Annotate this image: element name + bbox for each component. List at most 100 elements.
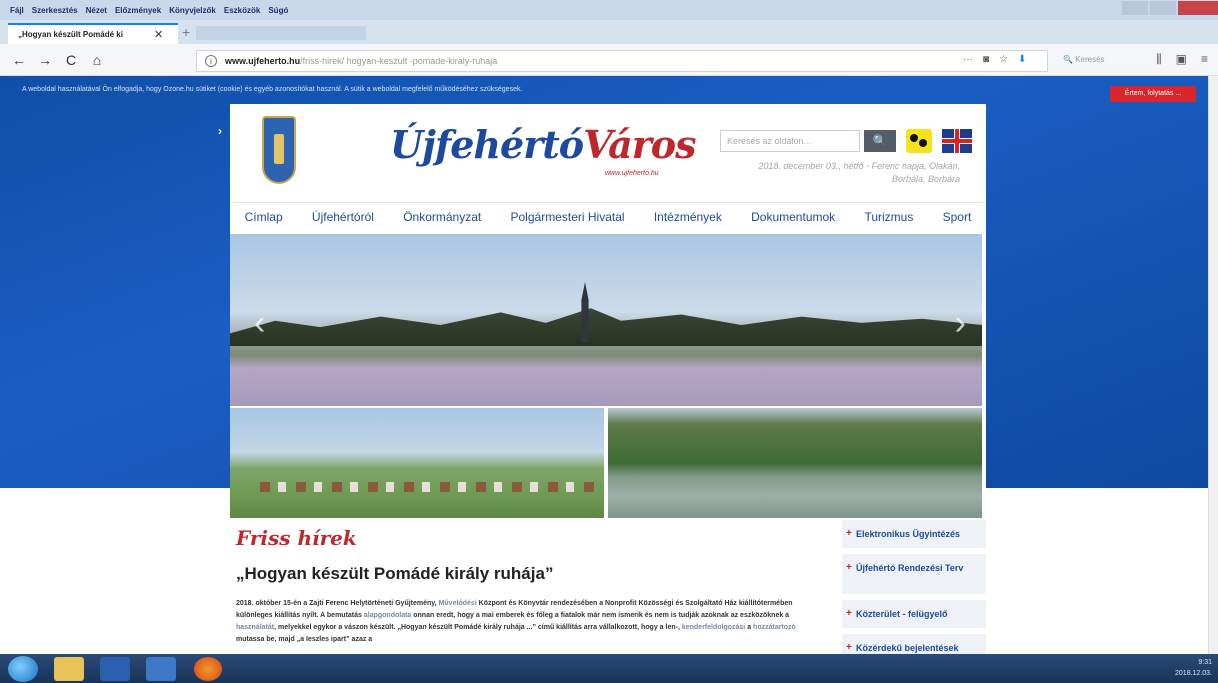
news-body: 2018. október 15-én a Zajti Ferenc Helyt…: [236, 598, 810, 646]
main-nav: Címlap Újfehértóról Önkormányzat Polgárm…: [230, 202, 986, 230]
app-icon[interactable]: [146, 657, 176, 681]
cookie-bar: A weboldal használatával Ön elfogadja, h…: [0, 82, 1208, 102]
reload-icon[interactable]: C: [62, 51, 80, 69]
nav-intezmenyek[interactable]: Intézmények: [654, 210, 722, 224]
file-explorer-icon[interactable]: [54, 657, 84, 681]
browser-navbar: ← → C ⌂ i www.ujfeherto.hu/friss-hirek/ …: [0, 44, 1218, 76]
english-flag-icon[interactable]: [942, 129, 972, 153]
slider-next-icon[interactable]: ›: [955, 304, 966, 343]
side-chevron-icon[interactable]: ›: [218, 124, 222, 138]
news-body-part: , melyekkel egykor a vászon készült. „Ho…: [274, 624, 682, 631]
menu-file[interactable]: Fájl: [10, 6, 24, 15]
tray-time[interactable]: 9:31: [1175, 657, 1212, 668]
cattle-herd: [260, 482, 600, 492]
logo-part-1: Újfehértó: [390, 122, 584, 167]
news-body-part: 2018. október 15-én a Zajti Ferenc Helyt…: [236, 600, 439, 607]
logo-part-2: Város: [583, 122, 696, 167]
cookie-text: A weboldal használatával Ön elfogadja, h…: [22, 86, 523, 93]
menu-edit[interactable]: Szerkesztés: [32, 6, 78, 15]
news-body-part: onnan eredt, hogy a mai emberek és főleg…: [411, 612, 790, 619]
hamburger-menu-icon[interactable]: ≡: [1201, 52, 1208, 67]
banner-slider: ‹ ›: [230, 234, 982, 406]
bookmark-star-icon[interactable]: ☆: [999, 54, 1008, 65]
window-controls: [1122, 0, 1218, 16]
page-actions-icon[interactable]: ···: [963, 54, 973, 65]
forward-icon[interactable]: →: [36, 51, 54, 69]
new-tab-button[interactable]: +: [182, 24, 194, 40]
news-body-part: a: [745, 624, 754, 631]
link-kozerdeku-bejelentesek[interactable]: + Közérdekű bejelentések: [842, 634, 986, 654]
quick-link-label: Közérdekű bejelentések: [856, 643, 959, 653]
system-tray: 9:31 2018.12.03.: [1175, 657, 1212, 679]
news-body-highlight: használatát: [236, 624, 275, 631]
url-bar[interactable]: i www.ujfeherto.hu/friss-hirek/ hogyan-k…: [196, 50, 1105, 72]
sidebar-icon[interactable]: ▣: [1176, 52, 1187, 67]
cookie-accept-button[interactable]: Értem, folytatás ...: [1110, 86, 1196, 102]
maximize-button[interactable]: [1150, 1, 1176, 15]
nav-polgarmesteri-hivatal[interactable]: Polgármesteri Hivatal: [511, 210, 625, 224]
site-page: ÚjfehértóVáros www.ujfeherto.hu Keresés …: [230, 104, 986, 654]
menu-tools[interactable]: Eszközök: [224, 6, 260, 15]
nav-onkormanyzat[interactable]: Önkormányzat: [403, 210, 481, 224]
accessibility-icon[interactable]: [906, 129, 932, 153]
page-scrollbar[interactable]: [1208, 76, 1218, 654]
banner-treeline: [230, 308, 982, 346]
close-window-button[interactable]: [1178, 1, 1218, 15]
os-taskbar: 9:31 2018.12.03.: [0, 654, 1218, 683]
tray-date[interactable]: 2018.12.03.: [1175, 668, 1212, 679]
download-icon[interactable]: ⬇: [1018, 54, 1026, 65]
photo-cattle[interactable]: [230, 408, 604, 518]
crest-emblem: [274, 134, 284, 164]
news-body-highlight: alapgondolata: [363, 612, 412, 619]
menu-history[interactable]: Előzmények: [115, 6, 161, 15]
tab-current[interactable]: „Hogyan készült Pomádé ki ✕: [8, 23, 178, 44]
coat-of-arms-icon[interactable]: [262, 116, 296, 184]
plus-icon: +: [846, 608, 852, 619]
link-kozterulet-felugyelo[interactable]: + Közterület - felügyelő: [842, 600, 986, 630]
info-icon[interactable]: i: [205, 55, 217, 67]
url-path: /friss-hirek/ hogyan-keszult -pomade-kir…: [300, 56, 498, 66]
news-body-highlight: hozzátartozó: [753, 624, 796, 631]
photo-row: [230, 408, 982, 518]
tab-close-icon[interactable]: ✕: [154, 28, 163, 41]
start-button[interactable]: [8, 656, 38, 682]
photo-lake[interactable]: [608, 408, 982, 518]
library-icon[interactable]: ⫼: [1156, 52, 1162, 67]
home-icon[interactable]: ⌂: [88, 51, 106, 69]
minimize-button[interactable]: [1122, 1, 1148, 15]
tab-strip: „Hogyan készült Pomádé ki ✕ +: [0, 20, 1218, 44]
site-logo[interactable]: ÚjfehértóVáros: [390, 122, 697, 167]
nav-dokumentumok[interactable]: Dokumentumok: [751, 210, 835, 224]
logo-subtitle: www.ujfeherto.hu: [605, 170, 659, 177]
flag-cross-red: [955, 129, 959, 153]
nav-ujfehertorol[interactable]: Újfehértóról: [312, 210, 374, 224]
date-nameday: 2018. december 03., hétfő - Ferenc napja…: [758, 161, 960, 184]
back-icon[interactable]: ←: [10, 51, 28, 69]
site-search-input[interactable]: Keresés az oldalon...: [720, 130, 860, 152]
a11y-dot: [910, 134, 918, 142]
screen: Fájl Szerkesztés Nézet Előzmények Könyvj…: [0, 0, 1218, 683]
search-button[interactable]: 🔍: [864, 130, 896, 152]
quick-link-label: Elektronikus Ügyintézés: [856, 529, 961, 539]
menu-bookmarks[interactable]: Könyvjelzők: [169, 6, 216, 15]
menu-view[interactable]: Nézet: [86, 6, 107, 15]
word-icon[interactable]: [100, 657, 130, 681]
quick-links: + Elektronikus Ügyintézés + Újfehértó Rend…: [842, 520, 986, 654]
news-title[interactable]: „Hogyan készült Pomádé király ruhája”: [236, 564, 553, 584]
link-elektronikus-ugyintezes[interactable]: + Elektronikus Ügyintézés: [842, 520, 986, 550]
slider-prev-icon[interactable]: ‹: [254, 304, 265, 343]
browser-search-placeholder: Keresés: [1075, 55, 1105, 64]
nav-cimlap[interactable]: Címlap: [245, 210, 283, 224]
menu-help[interactable]: Súgó: [268, 6, 288, 15]
quick-link-label: Újfehértó Rendezési Terv: [856, 563, 964, 573]
webpage-viewport: A weboldal használatával Ön elfogadja, h…: [0, 76, 1208, 654]
url-text: www.ujfeherto.hu/friss-hirek/ hogyan-kes…: [225, 56, 497, 66]
firefox-icon[interactable]: [194, 657, 222, 681]
pocket-icon[interactable]: ◙: [983, 54, 989, 65]
tab-title: „Hogyan készült Pomádé ki: [18, 30, 123, 39]
link-rendezesi-terv[interactable]: + Újfehértó Rendezési Terv: [842, 554, 986, 596]
nav-turizmus[interactable]: Turizmus: [864, 210, 913, 224]
url-actions: ··· ◙ ☆ ⬇: [963, 54, 1036, 65]
nav-sport[interactable]: Sport: [943, 210, 972, 224]
plus-icon: +: [846, 528, 852, 539]
